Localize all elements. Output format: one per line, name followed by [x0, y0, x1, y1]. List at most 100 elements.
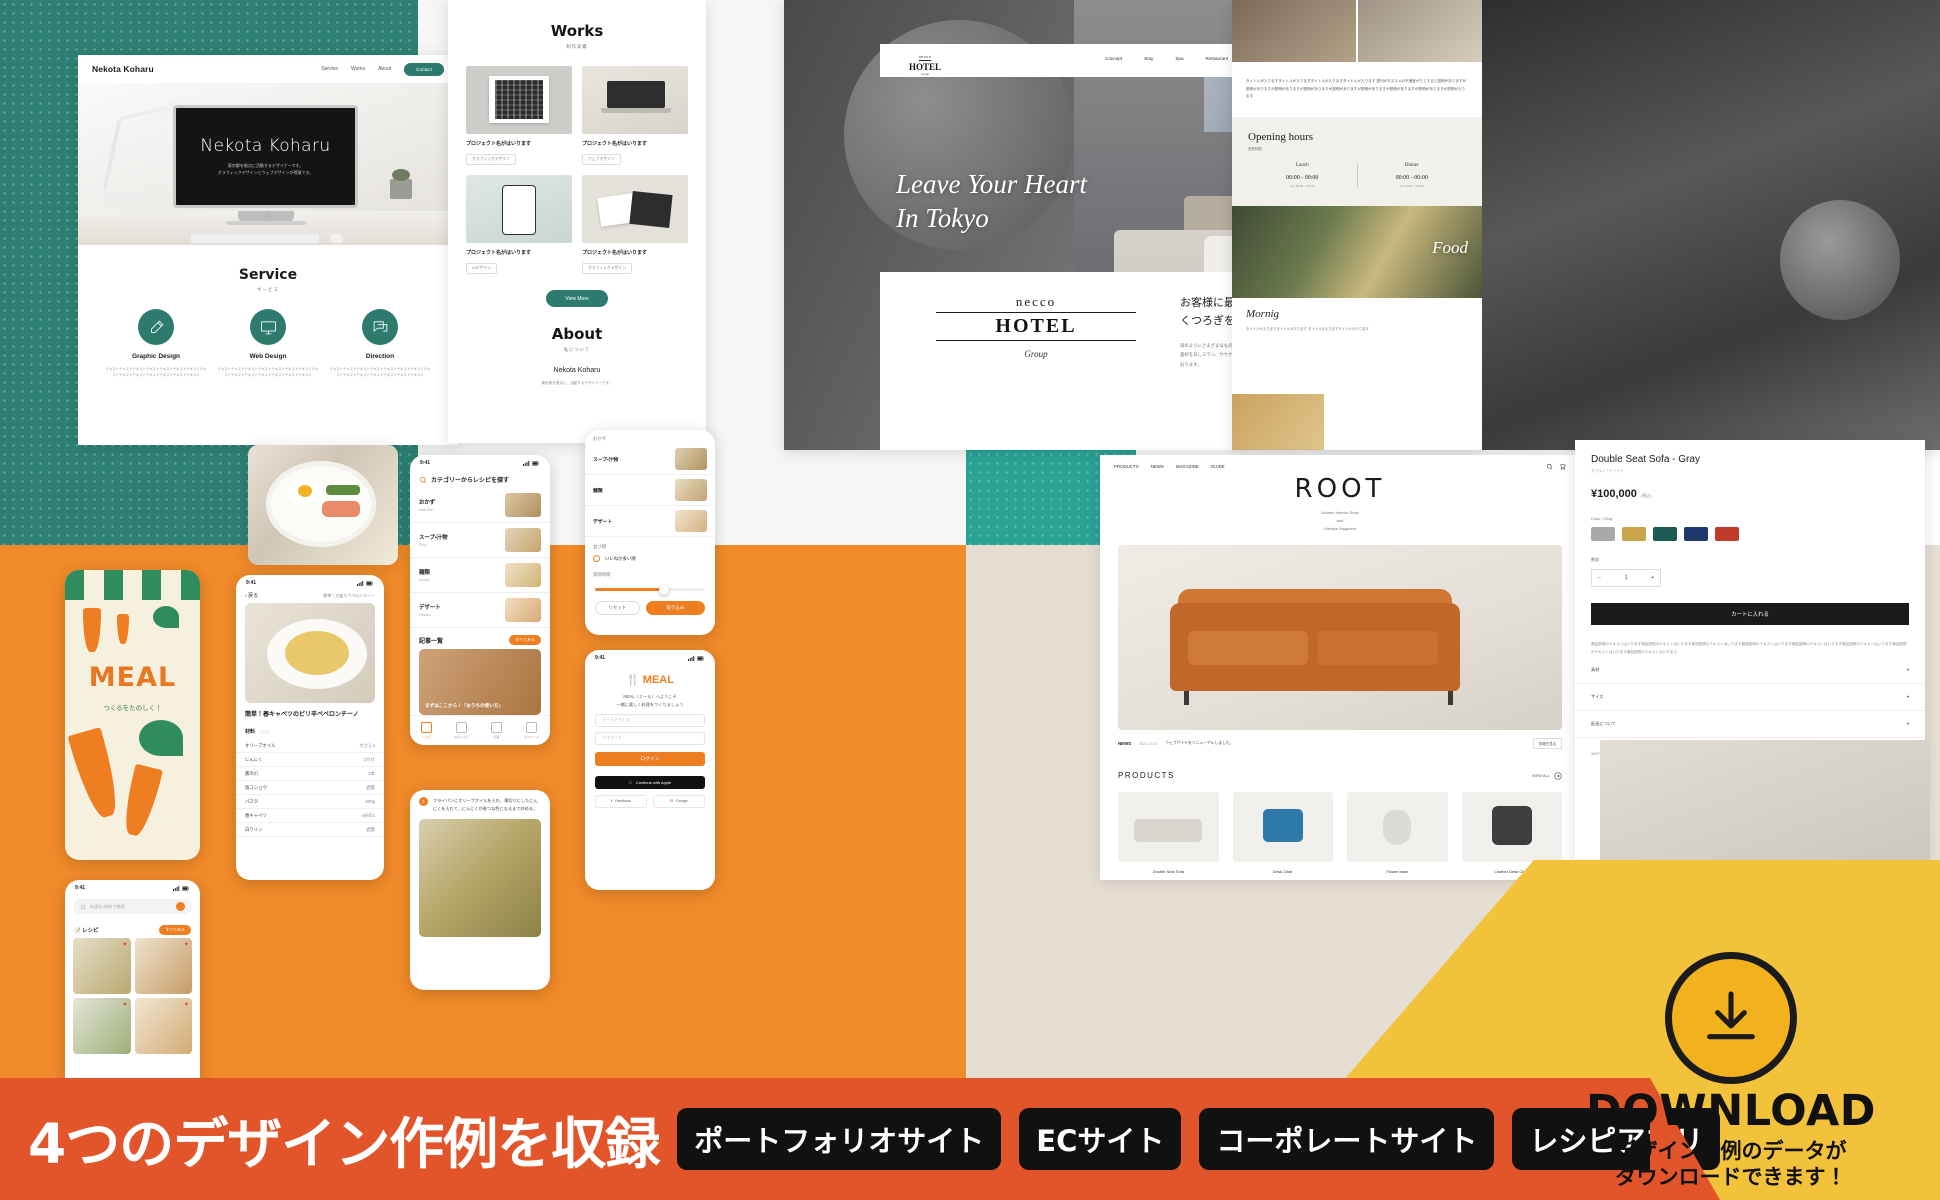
view-more-button[interactable]: View More [546, 290, 608, 307]
work-item[interactable]: プロジェクト名がはいります UIデザイン [466, 175, 572, 274]
root-nav-news[interactable]: NEWS [1151, 464, 1164, 469]
about-name: Nekota Koharu [553, 367, 601, 374]
news-detail-button[interactable]: 詳細を見る [1533, 738, 1562, 749]
swatch-green[interactable] [1653, 527, 1677, 541]
recipe-card[interactable]: ♥ [73, 938, 131, 994]
facebook-button[interactable]: f Facebook [595, 794, 647, 808]
category-row[interactable]: おかず Main dish [410, 488, 550, 523]
hero-subtitle: 東京都を拠点に活動するデザイナーです。 グラフィックデザインとウェブデザインが得… [218, 163, 314, 177]
salmon [322, 501, 360, 517]
recipe-card[interactable]: ♥ [134, 938, 192, 994]
filter-name: 麺類 [593, 488, 603, 494]
search-input[interactable]: 料理名・材料で検索 [73, 899, 192, 914]
download-icon[interactable] [1665, 952, 1797, 1084]
filter-icon[interactable] [176, 902, 185, 911]
cooking-time-slider[interactable] [595, 584, 705, 595]
hotel-logo-top: necco [918, 55, 932, 61]
category-row[interactable]: デザート Dessert [410, 593, 550, 628]
featured-article-card[interactable]: まずはここから！「おうちの使い方」 [419, 649, 541, 715]
tab-articles[interactable]: 記事 [491, 722, 503, 739]
back-button[interactable]: ‹ 戻る [245, 592, 258, 599]
filter-row[interactable]: デザート [585, 506, 715, 537]
radio-icon[interactable] [593, 555, 600, 562]
hotel-side-column: タイトルが入りますタイトルが入りますタイトルが入りますタイトルが入ります 週刊が… [1232, 0, 1482, 450]
apply-filter-button[interactable]: 絞り込み [645, 601, 705, 615]
filter-row[interactable]: 麺類 [585, 475, 715, 506]
accordion-size[interactable]: サイズ ▾ [1575, 684, 1925, 711]
news-text[interactable]: ウェブサイトをリニューアルしました。 [1165, 741, 1525, 746]
portfolio-nav-service[interactable]: Service [321, 66, 338, 72]
tab-mypage[interactable]: マイページ [524, 722, 539, 739]
tab-recipes[interactable]: レシピ [421, 722, 432, 739]
portfolio-contact-button[interactable]: Contact [404, 62, 444, 76]
swatch-gray[interactable] [1591, 527, 1615, 541]
pencil-icon [138, 309, 174, 345]
hotel-nav-spa[interactable]: Spa [1175, 56, 1183, 66]
works-title: Works [550, 22, 604, 40]
work-item[interactable]: プロジェクト名がはいります ウェブデザイン [582, 66, 688, 165]
tab-favorites[interactable]: お気に入り [454, 722, 469, 739]
qty-minus[interactable]: − [1598, 575, 1601, 581]
hotel-nav-restaurant[interactable]: Restaurant [1206, 56, 1228, 66]
root-nav-magazine[interactable]: MAGAZINE [1176, 464, 1199, 469]
password-field[interactable]: パスワード [595, 731, 705, 745]
service-desc: テキストテキストテキストテキストテキストテキストテキストテキストテキストテキスト… [329, 367, 431, 378]
see-all-button[interactable]: すべてみる [509, 635, 541, 645]
sofa-side-photo [1600, 740, 1930, 880]
accordion-shipping[interactable]: 配送について ▾ [1575, 711, 1925, 738]
root-nav-products[interactable]: PRODUCTS [1114, 464, 1139, 469]
download-badge[interactable]: DOWNLOAD デザイン作例のデータが ダウンロードできます！ [1536, 952, 1926, 1192]
root-nav-guide[interactable]: GUIDE [1211, 464, 1225, 469]
category-row[interactable]: スープ・汁物 Soup [410, 523, 550, 558]
product-card[interactable]: Desk Chair [1232, 792, 1333, 874]
category-row[interactable]: 麺類 Noodle [410, 558, 550, 593]
apple-signin-button[interactable]:  Continue with Apple [595, 775, 705, 789]
battery-icon [532, 460, 539, 466]
ingredient-amount: 適量 [366, 826, 375, 832]
meal-food-photo [248, 445, 398, 565]
recipe-card[interactable]: ♥ [73, 998, 131, 1054]
product-card[interactable]: Flower base [1347, 792, 1448, 874]
google-button[interactable]: G Google [653, 794, 705, 808]
download-sub-line1: デザイン作例のデータが [1615, 1139, 1847, 1163]
heart-icon[interactable]: ♥ [184, 1002, 188, 1008]
filter-row[interactable]: スープ・汁物 [585, 444, 715, 475]
qty-plus[interactable]: + [1651, 575, 1654, 581]
work-item[interactable]: プロジェクト名がはいります グラフィックデザイン [582, 175, 688, 274]
view-all-button[interactable]: VIEW ALL [1532, 771, 1562, 780]
work-tag: グラフィックデザイン [582, 263, 632, 274]
service-desc: テキストテキストテキストテキストテキストテキストテキストテキストテキストテキスト… [217, 367, 319, 378]
ingredient-name: にんにく [245, 756, 263, 762]
book-icon [421, 722, 432, 733]
accordion-material[interactable]: 素材 ▾ [1575, 657, 1925, 684]
email-field[interactable]: メールアドレス [595, 713, 705, 727]
recipe-card[interactable]: ♥ [134, 998, 192, 1054]
reset-button[interactable]: リセット [595, 601, 640, 615]
work-item[interactable]: プロジェクト名がはいります グラフィックデザイン [466, 66, 572, 165]
login-button[interactable]: ログイン [595, 751, 705, 766]
swatch-navy[interactable] [1684, 527, 1708, 541]
add-to-cart-button[interactable]: カートに入れる [1591, 603, 1909, 625]
portfolio-nav-about[interactable]: About [378, 66, 391, 72]
swatch-mustard[interactable] [1622, 527, 1646, 541]
signal-icon [357, 580, 364, 586]
slider-knob[interactable] [658, 584, 669, 595]
hotel-hero-line1: Leave Your Heart [896, 169, 1088, 199]
portfolio-logo[interactable]: Nekota Koharu [92, 64, 154, 74]
hotel-nav-stay[interactable]: Stay [1144, 56, 1153, 66]
heart-icon[interactable]: ♥ [123, 1002, 127, 1008]
status-bar: 9:41 [236, 575, 384, 588]
heart-icon[interactable]: ♥ [184, 942, 188, 948]
product-card[interactable]: Double Seat Sofa [1118, 792, 1219, 874]
quantity-stepper[interactable]: − 1 + [1575, 569, 1925, 587]
sort-option-row[interactable]: いいねが多い順 [585, 552, 715, 565]
see-all-button[interactable]: すべてみる [159, 925, 191, 935]
lamp-arm-icon [102, 119, 122, 191]
hotel-nav-concept[interactable]: Concept [1105, 56, 1122, 66]
ingredient-amount: 2かけ [363, 756, 375, 762]
hotel-logo[interactable]: necco HOTEL Group [890, 45, 960, 76]
heart-icon[interactable]: ♥ [123, 942, 127, 948]
swatch-red[interactable] [1715, 527, 1739, 541]
quantity-box[interactable]: − 1 + [1591, 569, 1661, 587]
portfolio-nav-works[interactable]: Works [351, 66, 365, 72]
